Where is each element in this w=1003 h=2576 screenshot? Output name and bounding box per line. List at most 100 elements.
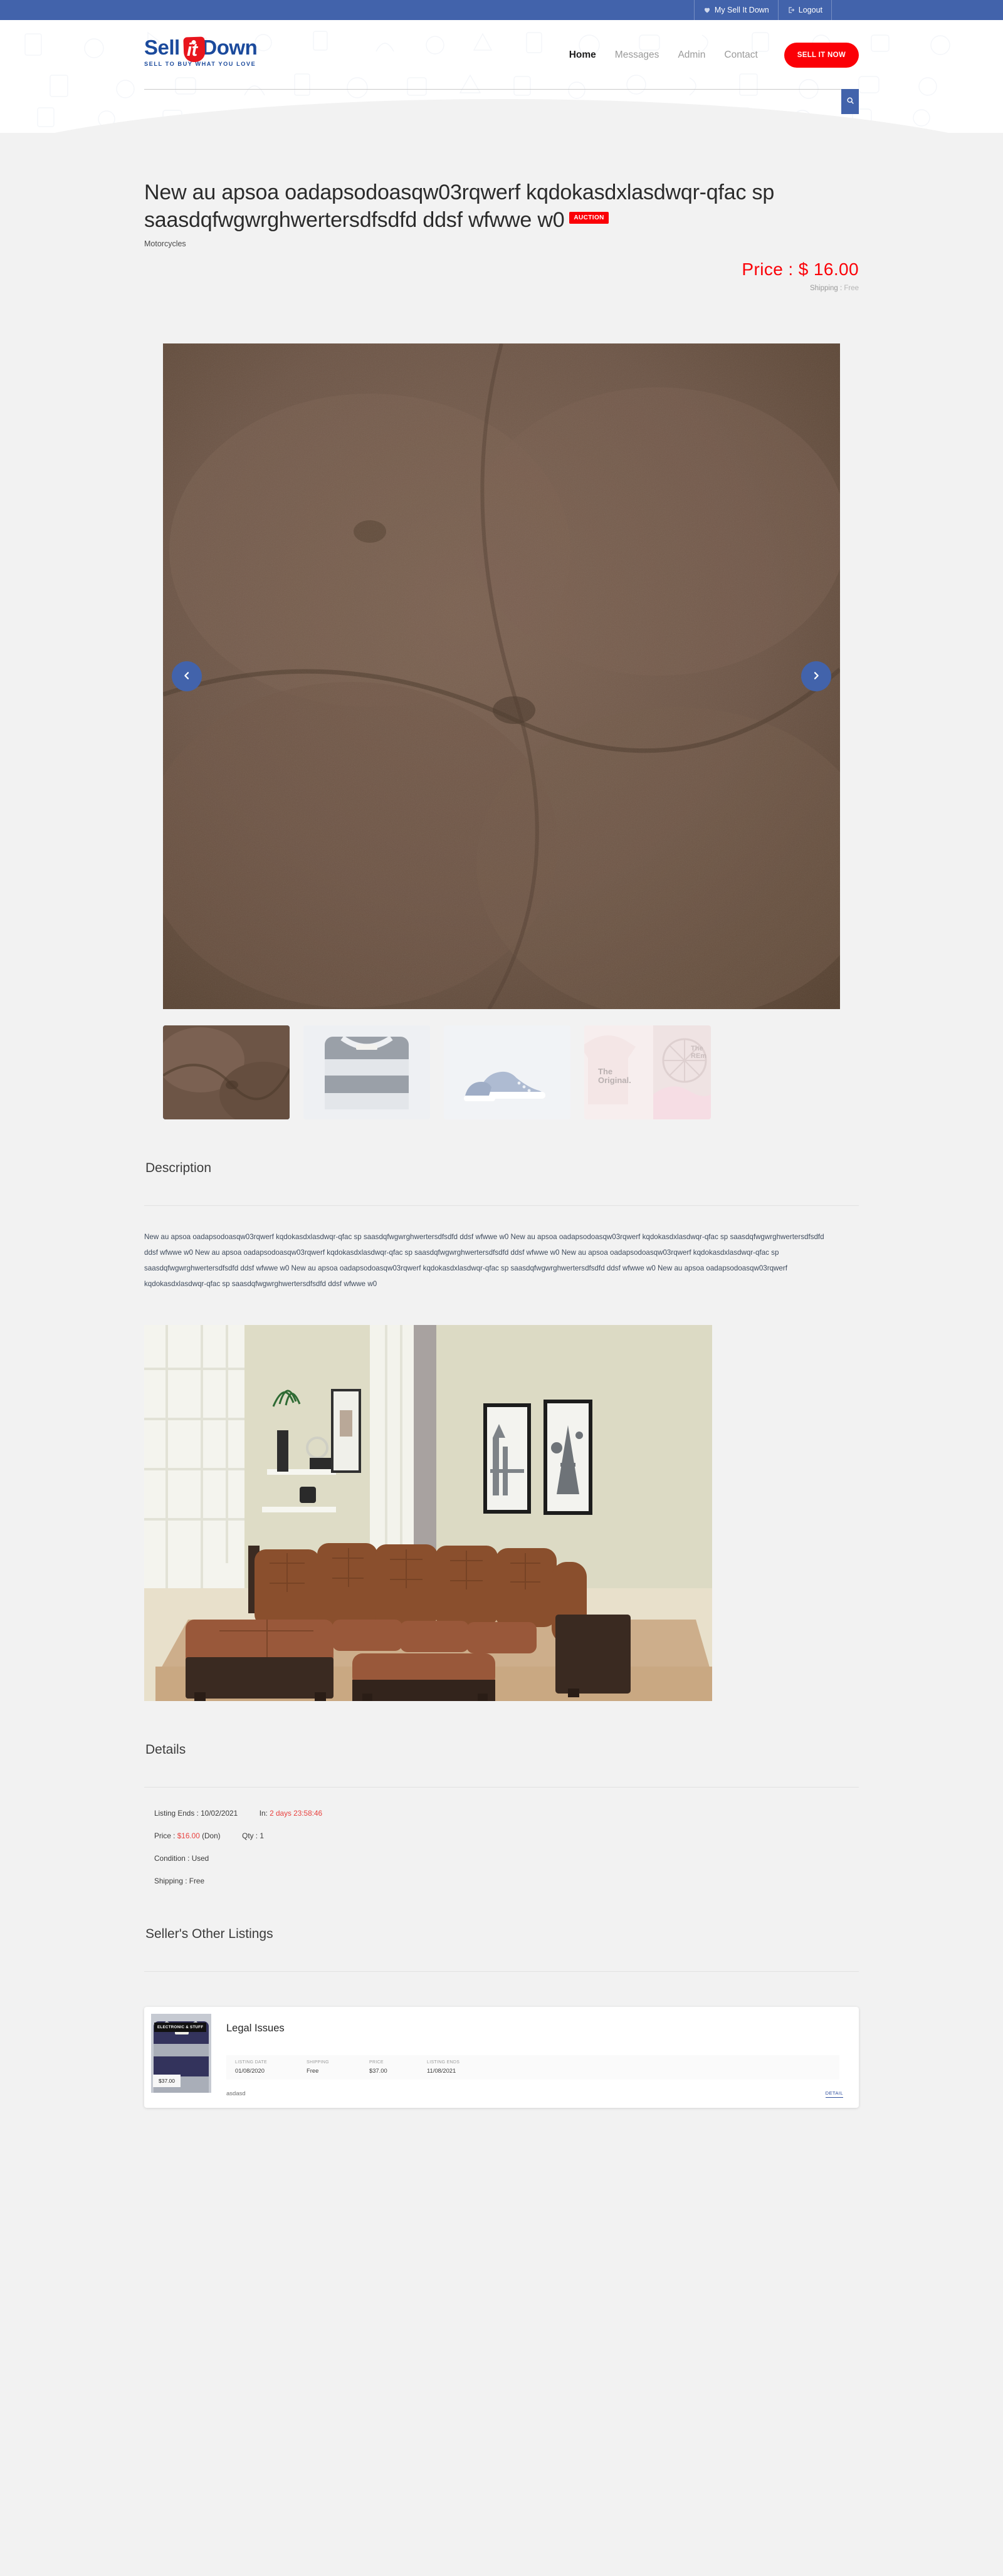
shipping-label: Shipping : xyxy=(809,285,843,293)
detail-price-label: Price : xyxy=(154,1831,176,1840)
listing-body: Legal Issues LISTING DATE 01/08/2020 SHI… xyxy=(211,2014,852,2101)
countdown-prefix-label: In: xyxy=(259,1808,268,1818)
heart-icon xyxy=(703,6,711,14)
logo-word-tag: it xyxy=(187,40,197,60)
shipping-value: Free xyxy=(844,285,859,293)
description-section: Description New au apsoa oadapsodoasqw03… xyxy=(144,1161,859,1701)
logo-tagline: SELL TO BUY WHAT YOU LOVE xyxy=(144,61,256,67)
details-heading: Details xyxy=(145,1742,186,1757)
seller-listings-divider xyxy=(144,1971,859,1972)
sell-it-now-button[interactable]: SELL IT NOW xyxy=(784,43,859,68)
logo-word-two: Down xyxy=(202,36,258,59)
svg-text:The: The xyxy=(691,1045,703,1052)
search-bar xyxy=(144,89,859,117)
product-title-text: New au apsoa oadapsodoasqw03rqwerf kqdok… xyxy=(144,181,775,232)
detail-row-listing-ends: Listing Ends : 10/02/2021 In: 2 days 23:… xyxy=(154,1809,859,1818)
carousel-next-button[interactable] xyxy=(801,661,831,692)
page-title: New au apsoa oadapsodoasqw03rqwerf kqdok… xyxy=(144,179,859,234)
logout-label: Logout xyxy=(798,6,822,14)
logout-icon xyxy=(787,6,795,14)
thumbnail-the-original-tshirt[interactable]: The Original. The REm xyxy=(584,1025,711,1120)
main-navigation: Home Messages Admin Contact SELL IT NOW xyxy=(569,43,859,68)
product-header: New au apsoa oadapsodoasqw03rqwerf kqdok… xyxy=(144,133,859,292)
carousel-prev-button[interactable] xyxy=(172,661,202,692)
price-label: Price : xyxy=(742,259,794,280)
thumbnail-blue-canvas-sneakers[interactable] xyxy=(444,1025,570,1120)
description-image-brown-sectional-sofa xyxy=(144,1324,712,1701)
detail-price-value: $16.00 xyxy=(177,1831,200,1840)
my-sell-it-down-label: My Sell It Down xyxy=(714,6,769,14)
listing-ends-label: Listing Ends : xyxy=(154,1808,199,1818)
description-heading: Description xyxy=(145,1161,212,1176)
product-image-carousel[interactable] xyxy=(163,343,840,1010)
detail-price-suffix: (Don) xyxy=(202,1831,221,1840)
header-nav-row: SellxxDown it SELL TO BUY WHAT YOU LOVE … xyxy=(144,20,859,80)
details-divider xyxy=(144,1786,859,1788)
detail-row-shipping: Shipping : Free xyxy=(154,1877,859,1885)
nav-item-home[interactable]: Home xyxy=(569,50,596,61)
chevron-left-icon xyxy=(182,671,192,683)
listing-meta-listing-ends: LISTING ENDS 11/08/2021 xyxy=(421,2060,508,2074)
seller-listings-heading: Seller's Other Listings xyxy=(145,1926,273,1941)
site-logo[interactable]: SellxxDown it SELL TO BUY WHAT YOU LOVE xyxy=(144,36,270,75)
page-container: New au apsoa oadapsodoasqw03rqwerf kqdok… xyxy=(144,133,859,2446)
description-body: New au apsoa oadapsodoasqw03rqwerf kqdok… xyxy=(144,1233,824,1288)
description-divider xyxy=(144,1205,859,1207)
nav-item-contact[interactable]: Contact xyxy=(724,50,757,61)
detail-shipping-value: Free xyxy=(189,1876,205,1885)
listing-meta-table: LISTING DATE 01/08/2020 SHIPPING Free PR… xyxy=(226,2055,839,2080)
listing-meta-price: PRICE $37.00 xyxy=(363,2060,421,2074)
nav-item-admin[interactable]: Admin xyxy=(678,50,705,61)
seller-listings-section: Seller's Other Listings ELECTRONIC & STU… xyxy=(144,1927,859,2108)
top-utility-bar: My Sell It Down Logout xyxy=(0,0,1003,20)
details-section: Details Listing Ends : 10/02/2021 In: 2 … xyxy=(144,1742,859,1885)
meta-value-listing-ends: 11/08/2021 xyxy=(427,2066,456,2074)
logo-wordmark: SellxxDown it xyxy=(144,36,270,63)
svg-text:The: The xyxy=(598,1067,612,1076)
listing-price-badge: $37.00 xyxy=(153,2074,181,2087)
price-block: Price : $ 16.00 Shipping : Free xyxy=(144,259,859,292)
search-input[interactable] xyxy=(144,89,841,117)
meta-label-listing-date: LISTING DATE xyxy=(235,2060,267,2065)
svg-text:Original.: Original. xyxy=(598,1076,631,1085)
thumbnail-grey-knit-sweater[interactable] xyxy=(303,1025,430,1120)
detail-qty-label: Qty : xyxy=(242,1831,258,1840)
listing-detail-link[interactable]: DETAIL xyxy=(825,2090,843,2098)
listing-description: asdasd xyxy=(226,2090,246,2097)
list-item[interactable]: ELECTRONIC & STUFF $37.00 Legal Issues L… xyxy=(144,2006,859,2108)
detail-shipping-label: Shipping : xyxy=(154,1876,187,1885)
search-icon xyxy=(846,97,854,107)
detail-qty-value: 1 xyxy=(260,1831,264,1840)
listing-meta-shipping: SHIPPING Free xyxy=(300,2060,363,2074)
thumbnail-brown-suede-sofa-closeup[interactable] xyxy=(163,1025,290,1120)
price-value: $ 16.00 xyxy=(798,259,859,280)
logout-link[interactable]: Logout xyxy=(777,0,832,20)
meta-label-shipping: SHIPPING xyxy=(307,2060,329,2065)
my-sell-it-down-link[interactable]: My Sell It Down xyxy=(693,0,778,20)
site-header: SellxxDown it SELL TO BUY WHAT YOU LOVE … xyxy=(0,20,1003,133)
carousel-active-slide xyxy=(163,343,840,1010)
logo-word-one: Sell xyxy=(144,36,180,59)
search-button[interactable] xyxy=(841,89,859,114)
product-category: Motorcycles xyxy=(144,239,186,249)
meta-label-listing-ends: LISTING ENDS xyxy=(427,2060,460,2065)
shipping-line: Shipping : Free xyxy=(144,285,859,292)
page-bottom-spacer xyxy=(144,2108,859,2446)
listing-ends-value: 10/02/2021 xyxy=(201,1808,238,1818)
svg-text:REm: REm xyxy=(691,1052,706,1060)
meta-value-listing-date: 01/08/2020 xyxy=(235,2066,265,2074)
auction-badge: AUCTION xyxy=(569,211,609,224)
detail-row-condition: Condition : Used xyxy=(154,1854,859,1863)
detail-condition-value: Used xyxy=(191,1853,209,1863)
listing-title[interactable]: Legal Issues xyxy=(226,2023,839,2034)
detail-row-price-qty: Price : $16.00 (Don) Qty : 1 xyxy=(154,1831,859,1840)
countdown-value: 2 days 23:58:46 xyxy=(270,1808,323,1818)
listing-thumbnail-grey-navy-sweater[interactable]: ELECTRONIC & STUFF $37.00 xyxy=(151,2013,211,2093)
meta-value-shipping: Free xyxy=(307,2066,319,2074)
nav-item-messages[interactable]: Messages xyxy=(615,50,659,61)
listing-category-badge: ELECTRONIC & STUFF xyxy=(154,2022,207,2032)
listing-meta-listing-date: LISTING DATE 01/08/2020 xyxy=(229,2060,300,2074)
chevron-right-icon xyxy=(811,671,821,683)
carousel-thumbnail-strip: The Original. The REm xyxy=(163,1025,859,1120)
product-price: Price : $ 16.00 xyxy=(144,259,859,280)
